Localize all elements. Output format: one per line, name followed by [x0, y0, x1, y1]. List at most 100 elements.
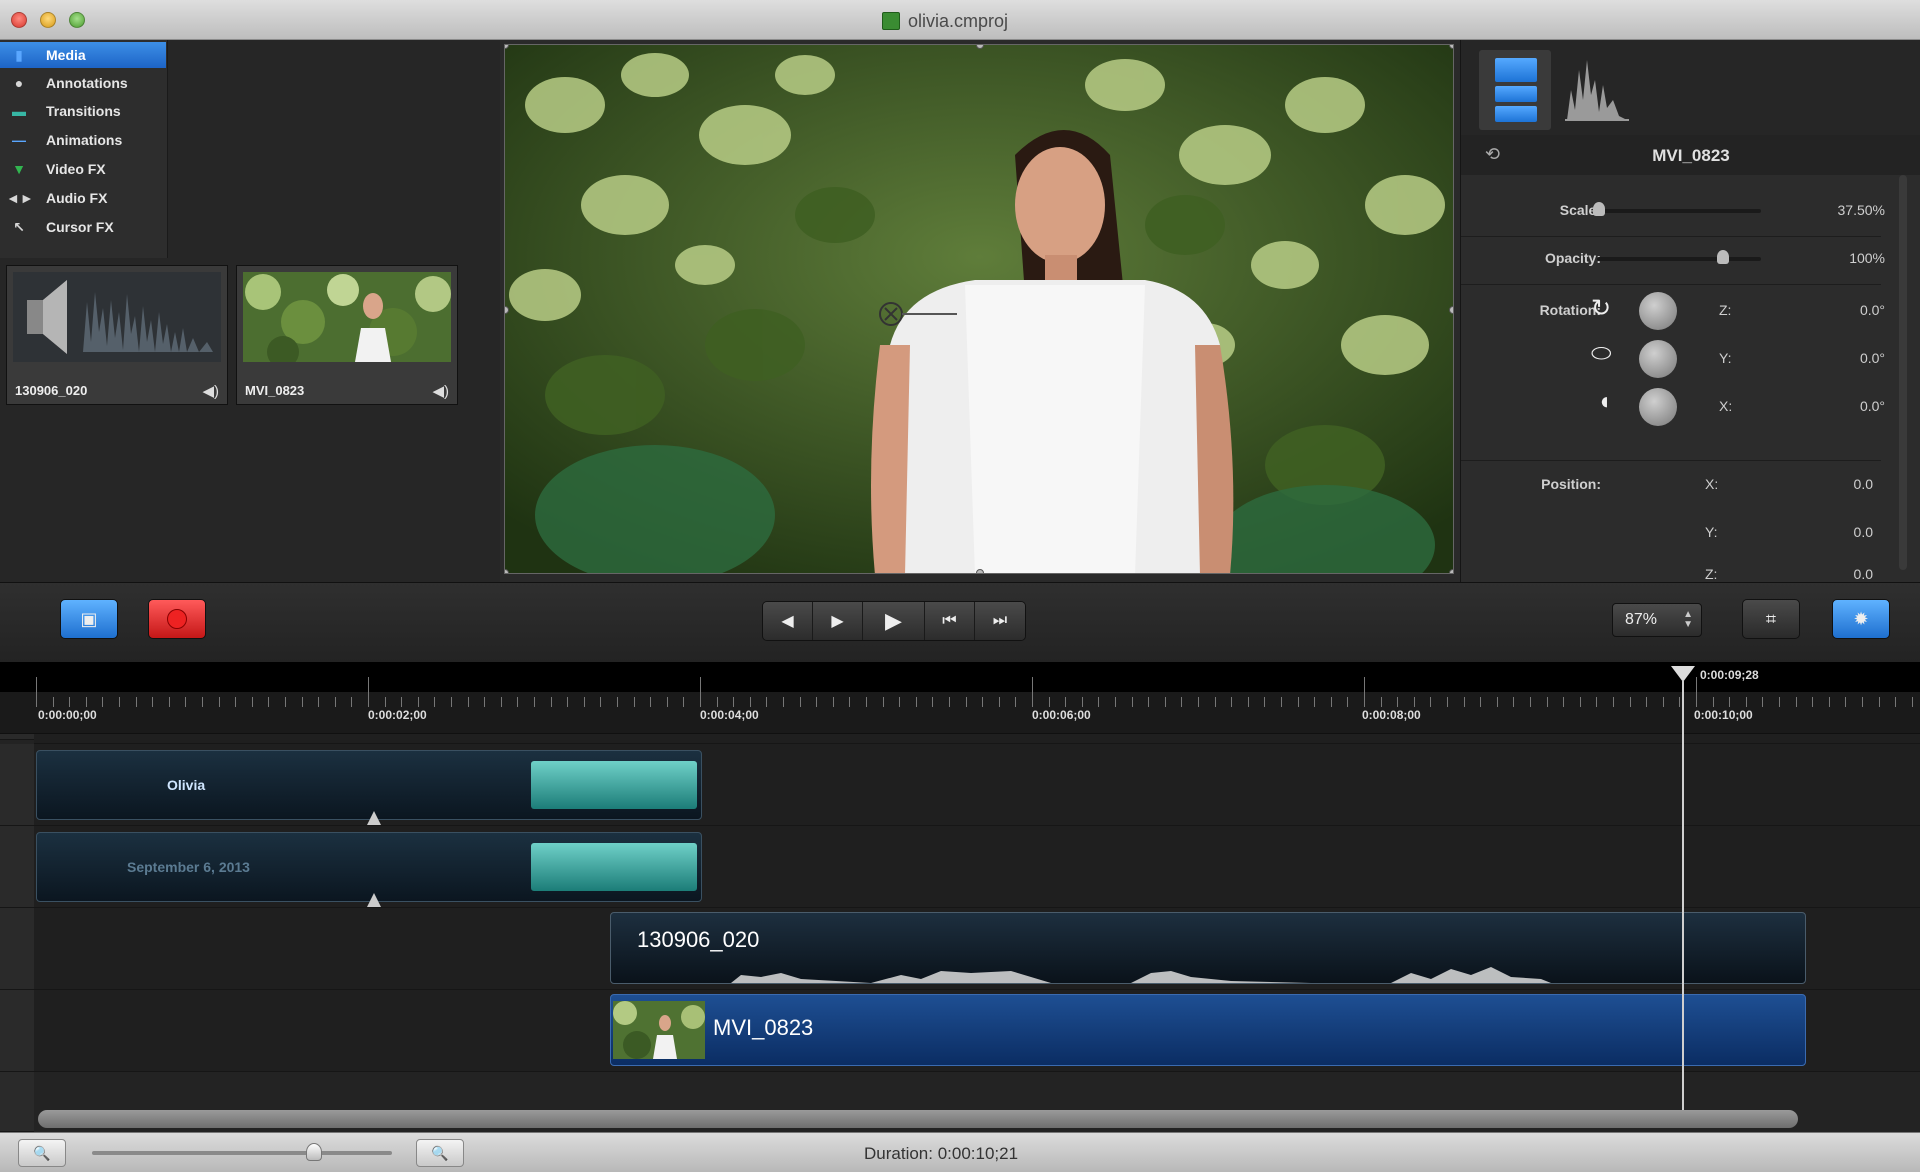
zoom-out-button[interactable]: 🔍 — [18, 1139, 66, 1167]
position-z-value[interactable]: 0.0 — [1854, 566, 1873, 582]
track-header[interactable] — [0, 826, 34, 908]
keyframe-marker[interactable] — [367, 811, 381, 825]
ruler-tick — [1430, 697, 1432, 707]
transition-fade[interactable] — [531, 761, 697, 809]
track-header[interactable] — [0, 908, 34, 990]
resize-handle[interactable] — [1449, 569, 1453, 573]
gear-icon: ✹ — [1853, 608, 1869, 629]
ruler-tick — [301, 697, 303, 707]
position-x-value[interactable]: 0.0 — [1854, 476, 1873, 492]
zoom-window-button[interactable] — [69, 12, 85, 28]
ruler-tick — [1231, 697, 1233, 707]
camera-button[interactable]: ▣ — [60, 599, 118, 639]
ruler-tick — [85, 697, 87, 707]
rotation-x-dial[interactable] — [1639, 388, 1677, 426]
transport-bar: ▣ ◀ ▶ ▶ ⏮ ⏭ 87% ▲ ▼ ⌗ ✹ — [0, 582, 1920, 662]
track-callout-1: Olivia — [34, 744, 1920, 826]
track-header[interactable] — [0, 990, 34, 1072]
scale-slider-knob[interactable] — [1593, 202, 1605, 216]
ruler-tick — [368, 677, 369, 707]
options-button[interactable]: ✹ — [1832, 599, 1890, 639]
media-item-audio[interactable]: 130906_020 ◀) — [6, 265, 228, 405]
ruler-tick — [1164, 697, 1166, 707]
category-animations[interactable]: ― Animations — [0, 127, 166, 153]
tab-properties[interactable] — [1479, 50, 1551, 130]
rotation-y-dial[interactable] — [1639, 340, 1677, 378]
video-preview[interactable] — [504, 44, 1454, 574]
previous-marker-button[interactable]: ⏮ — [925, 602, 975, 640]
properties-scrollbar[interactable] — [1899, 175, 1907, 570]
step-forward-button[interactable]: ▶ — [813, 602, 863, 640]
minimize-window-button[interactable] — [40, 12, 56, 28]
next-marker-button[interactable]: ⏭ — [975, 602, 1025, 640]
ruler-tick — [832, 697, 834, 707]
transition-fade[interactable] — [531, 843, 697, 891]
scale-slider[interactable] — [1597, 209, 1761, 213]
playhead-line[interactable] — [1682, 680, 1684, 1120]
divider — [1461, 284, 1881, 285]
ruler-tick — [899, 697, 901, 707]
track-audio: 130906_020 — [34, 908, 1920, 990]
ruler-tick — [285, 697, 286, 707]
category-annotations[interactable]: ● Annotations — [0, 70, 166, 96]
track-video: MVI_0823 — [34, 990, 1920, 1072]
canvas-zoom-select[interactable]: 87% ▲ ▼ — [1612, 603, 1702, 637]
record-icon — [167, 609, 187, 629]
ruler-tick — [318, 697, 320, 707]
zoom-in-button[interactable]: 🔍 — [416, 1139, 464, 1167]
resize-handle[interactable] — [1449, 45, 1453, 49]
opacity-value[interactable]: 100% — [1849, 250, 1885, 266]
rotation-x-value[interactable]: 0.0° — [1860, 398, 1885, 414]
play-button[interactable]: ▶ — [863, 602, 925, 640]
time-ruler[interactable]: 0:00:00;00 0:00:02;00 0:00:04;00 0:00:06… — [0, 662, 1920, 734]
ruler-tick — [334, 697, 336, 707]
audio-clip[interactable]: 130906_020 — [610, 912, 1806, 984]
opacity-slider-knob[interactable] — [1717, 250, 1729, 264]
ruler-tick — [1032, 677, 1033, 707]
close-window-button[interactable] — [11, 12, 27, 28]
keyframe-marker[interactable] — [367, 893, 381, 907]
record-button[interactable] — [148, 599, 206, 639]
ruler-tick — [1048, 697, 1050, 707]
rotation-y-label: Y: — [1719, 350, 1732, 366]
ruler-tick — [1745, 697, 1747, 707]
media-item-video[interactable]: MVI_0823 ◀) — [236, 265, 458, 405]
category-media[interactable]: ▮ Media — [0, 42, 166, 68]
category-audio-fx[interactable]: ◄► Audio FX — [0, 185, 166, 211]
timeline-horizontal-scrollbar[interactable] — [38, 1110, 1798, 1128]
callout-clip-date[interactable]: September 6, 2013 — [36, 832, 702, 907]
position-y-value[interactable]: 0.0 — [1854, 524, 1873, 540]
resize-handle[interactable] — [505, 569, 509, 573]
tab-histogram[interactable] — [1561, 50, 1633, 130]
resize-handle[interactable] — [976, 569, 984, 573]
ruler-tick — [1247, 697, 1249, 707]
video-clip[interactable]: MVI_0823 — [610, 994, 1806, 1066]
rotation-y-value[interactable]: 0.0° — [1860, 350, 1885, 366]
ruler-tick — [1579, 697, 1581, 707]
category-cursor-fx[interactable]: ↖ Cursor FX — [0, 214, 166, 240]
properties-icon-part — [1495, 86, 1537, 102]
rotation-z-value[interactable]: 0.0° — [1860, 302, 1885, 318]
position-label: Position: — [1541, 476, 1601, 492]
ruler-tick — [1845, 697, 1847, 707]
category-transitions[interactable]: ▬ Transitions — [0, 98, 166, 124]
rewind-button[interactable]: ◀ — [763, 602, 813, 640]
ruler-tick — [1530, 697, 1531, 707]
ruler-tick — [451, 697, 452, 707]
scale-value[interactable]: 37.50% — [1838, 202, 1885, 218]
resize-handle[interactable] — [1449, 306, 1453, 314]
category-video-fx[interactable]: ▼ Video FX — [0, 156, 166, 182]
previous-marker-icon: ⏮ — [942, 612, 957, 629]
timeline-zoom-knob[interactable] — [306, 1143, 322, 1161]
preview-canvas[interactable] — [500, 40, 1460, 582]
callout-clip-olivia[interactable]: Olivia — [36, 750, 702, 825]
rotation-z-dial[interactable] — [1639, 292, 1677, 330]
animations-icon: ― — [12, 132, 26, 148]
timeline-zoom-slider[interactable] — [92, 1151, 392, 1155]
category-label: Audio FX — [46, 190, 108, 206]
track-header[interactable] — [0, 744, 34, 826]
crop-button[interactable]: ⌗ — [1742, 599, 1800, 639]
opacity-slider[interactable] — [1597, 257, 1761, 261]
ruler-tick — [617, 697, 618, 707]
track-spacer — [34, 734, 1920, 744]
